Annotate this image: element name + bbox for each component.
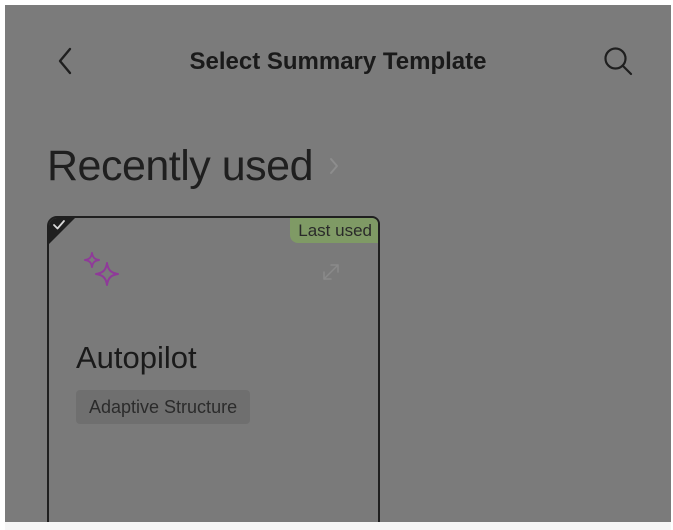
section-title: Recently used bbox=[47, 141, 314, 190]
search-button[interactable] bbox=[598, 41, 638, 81]
last-used-badge: Last used bbox=[290, 218, 378, 243]
checkmark-icon bbox=[53, 220, 65, 230]
expand-arrows-icon[interactable] bbox=[320, 261, 342, 283]
search-icon bbox=[604, 47, 633, 76]
template-card-autopilot[interactable]: Last used Autopilot Adaptive Structure bbox=[47, 216, 380, 525]
header: Select Summary Template bbox=[5, 33, 671, 89]
page-title: Select Summary Template bbox=[189, 48, 487, 75]
template-tag: Adaptive Structure bbox=[76, 390, 251, 424]
recently-used-header[interactable]: Recently used bbox=[47, 138, 339, 194]
screen: Select Summary Template Recently used La… bbox=[5, 5, 671, 525]
sparkles-icon bbox=[84, 252, 119, 286]
bottom-sheet-edge bbox=[5, 522, 671, 530]
chevron-right-icon bbox=[329, 157, 339, 175]
template-name: Autopilot bbox=[76, 340, 197, 375]
